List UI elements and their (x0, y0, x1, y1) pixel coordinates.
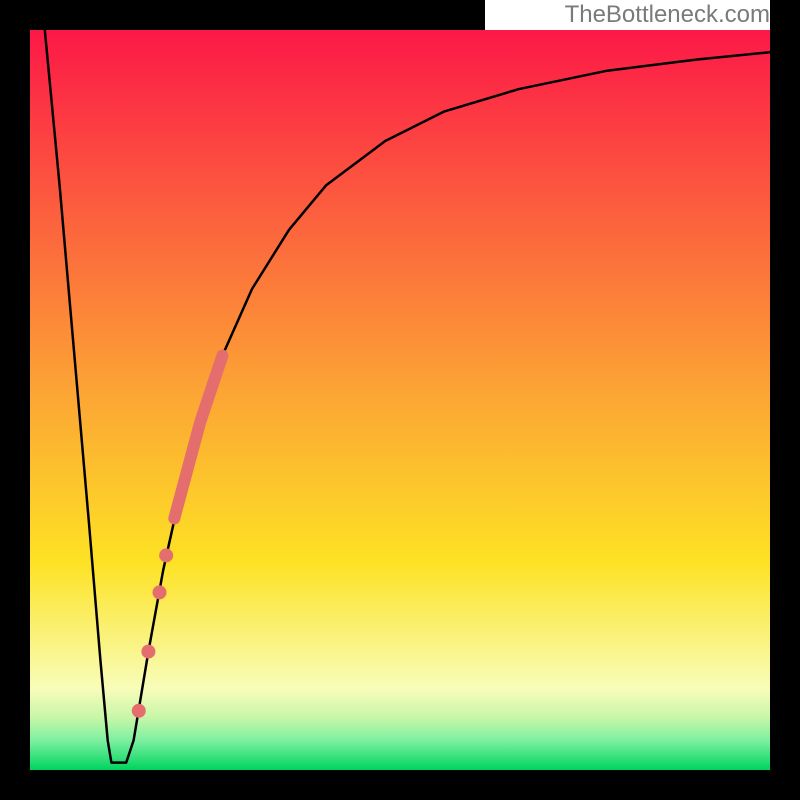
chart-container: TheBottleneck.com (0, 0, 800, 800)
watermark-text: TheBottleneck.com (565, 1, 770, 28)
bottleneck-chart: TheBottleneck.com (0, 0, 800, 800)
dot-highlight-dots-1 (153, 585, 167, 599)
dot-highlight-dots-2 (141, 645, 155, 659)
dot-highlight-dots-0 (159, 548, 173, 562)
plot-area (30, 30, 770, 770)
dot-highlight-dots-3 (132, 704, 146, 718)
